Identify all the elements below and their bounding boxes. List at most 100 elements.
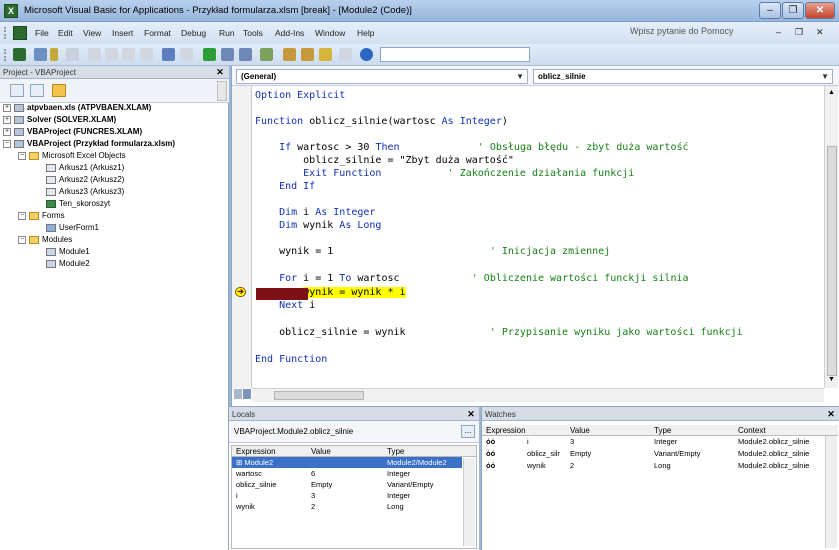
tree-node[interactable]: UserForm1 xyxy=(46,223,99,233)
locals-row[interactable]: wartosc 6 Integer xyxy=(232,468,462,479)
menu-format[interactable]: Format xyxy=(144,28,171,38)
properties-window-icon[interactable] xyxy=(301,48,314,61)
cut-icon[interactable] xyxy=(88,48,101,61)
watches-rows: όό i 3 Integer Module2.oblicz_silnie όό oblicz… xyxy=(482,436,825,546)
watch-row[interactable]: όό i 3 Integer Module2.oblicz_silnie xyxy=(482,436,825,447)
scroll-up-icon[interactable]: ▲ xyxy=(827,88,836,97)
execution-point-icon: ➔ xyxy=(235,287,246,297)
tree-expander-icon[interactable]: − xyxy=(18,236,26,244)
locals-scrollbar[interactable] xyxy=(463,458,475,546)
toolbar-position-box xyxy=(380,47,530,62)
code-vertical-scrollbar[interactable]: ▲ ▼ xyxy=(824,86,838,388)
reset-icon[interactable] xyxy=(239,48,252,61)
redo-icon[interactable] xyxy=(180,48,193,61)
mdi-minimize-button[interactable]: – xyxy=(776,27,781,37)
help-search-input[interactable]: Wpisz pytanie do Pomocy xyxy=(630,26,768,40)
code-line: End If xyxy=(255,181,315,193)
tree-node[interactable]: VBAProject (FUNCRES.XLAM) xyxy=(14,127,142,137)
menu-run[interactable]: Run xyxy=(219,28,235,38)
breakpoint-marker xyxy=(256,288,308,300)
menu-insert[interactable]: Insert xyxy=(112,28,133,38)
minimize-button[interactable]: – xyxy=(759,2,781,19)
locals-row[interactable]: wynik 2 Long xyxy=(232,501,462,512)
menu-edit[interactable]: Edit xyxy=(58,28,73,38)
full-module-view-icon[interactable] xyxy=(243,389,251,399)
hscroll-thumb[interactable] xyxy=(274,391,364,400)
watch-row[interactable]: όό oblicz_silr Empty Variant/Empty Module2.o… xyxy=(482,448,825,459)
locals-row[interactable]: i 3 Integer xyxy=(232,490,462,501)
procedure-view-icon[interactable] xyxy=(234,389,242,399)
excel-icon[interactable] xyxy=(13,26,27,40)
menu-add-ins[interactable]: Add-Ins xyxy=(275,28,304,38)
tree-node[interactable]: Module2 xyxy=(46,259,90,269)
object-combo[interactable]: (General) ▼ xyxy=(236,69,528,84)
tree-node[interactable]: Microsoft Excel Objects xyxy=(29,151,126,161)
tree-expander-icon[interactable]: + xyxy=(3,128,11,136)
undo-icon[interactable] xyxy=(162,48,175,61)
tree-expander-icon[interactable]: − xyxy=(18,212,26,220)
tree-expander-icon[interactable]: + xyxy=(3,116,11,124)
tree-node[interactable]: Modules xyxy=(29,235,72,245)
help-icon[interactable] xyxy=(360,48,373,61)
save-icon[interactable] xyxy=(66,48,79,61)
watch-cell-value: 3 xyxy=(570,437,575,446)
code-keyword: As Long xyxy=(339,220,382,231)
copy-icon[interactable] xyxy=(105,48,118,61)
menu-help[interactable]: Help xyxy=(357,28,374,38)
locals-row[interactable]: oblicz_silnie Empty Variant/Empty xyxy=(232,479,462,490)
tree-expander-icon[interactable]: − xyxy=(18,152,26,160)
tree-node[interactable]: Module1 xyxy=(46,247,90,257)
code-margin[interactable]: ➔ xyxy=(232,86,252,388)
object-browser-icon[interactable] xyxy=(319,48,332,61)
folder-icon xyxy=(29,151,39,160)
locals-row[interactable]: ⊞ Module2 Module2/Module2 xyxy=(232,457,462,468)
procedure-combo[interactable]: oblicz_silnie ▼ xyxy=(533,69,833,84)
break-icon[interactable] xyxy=(221,48,234,61)
locals-close-button[interactable]: ✕ xyxy=(466,409,476,419)
project-explorer: Project - VBAProject ✕ + atpvbaen.xls (AT… xyxy=(0,66,229,550)
toolbox-icon[interactable] xyxy=(339,48,352,61)
view-object-icon[interactable] xyxy=(30,84,44,97)
tree-expander-icon[interactable]: + xyxy=(3,104,11,112)
watch-cell-expression: wynik xyxy=(527,461,546,470)
menu-view[interactable]: View xyxy=(83,28,101,38)
watch-row[interactable]: όό wynik 2 Long Module2.oblicz_silnie xyxy=(482,460,825,471)
menu-tools[interactable]: Tools xyxy=(243,28,263,38)
view-excel-icon[interactable] xyxy=(13,48,26,61)
scroll-thumb[interactable] xyxy=(827,146,837,376)
run-icon[interactable] xyxy=(203,48,216,61)
view-code-icon[interactable] xyxy=(10,84,24,97)
watches-scrollbar[interactable] xyxy=(825,436,837,548)
tree-node-label: Module1 xyxy=(59,247,90,256)
mdi-restore-button[interactable]: ❐ xyxy=(795,27,803,38)
insert-userform-icon[interactable] xyxy=(34,48,47,61)
call-stack-button[interactable]: ... xyxy=(461,425,475,438)
find-icon[interactable] xyxy=(140,48,153,61)
tree-node[interactable]: atpvbaen.xls (ATPVBAEN.XLAM) xyxy=(14,103,151,113)
tree-node[interactable]: Solver (SOLVER.XLAM) xyxy=(14,115,116,125)
menu-file[interactable]: File xyxy=(35,28,49,38)
project-scrollbar[interactable] xyxy=(217,81,227,101)
tree-node[interactable]: Ten_skoroszyt xyxy=(46,199,110,209)
close-button[interactable]: ✕ xyxy=(805,2,835,19)
scroll-down-icon[interactable]: ▼ xyxy=(827,375,836,384)
menu-window[interactable]: Window xyxy=(315,28,345,38)
watches-close-button[interactable]: ✕ xyxy=(826,409,836,419)
project-explorer-icon[interactable] xyxy=(283,48,296,61)
code-horizontal-scrollbar[interactable] xyxy=(252,388,824,402)
project-close-button[interactable]: ✕ xyxy=(215,67,225,77)
code-editor[interactable]: Option Explicit Function oblicz_silnie(wa… xyxy=(252,86,824,388)
design-mode-icon[interactable] xyxy=(260,48,273,61)
tree-expander-icon[interactable]: − xyxy=(3,140,11,148)
paste-icon[interactable] xyxy=(122,48,135,61)
tree-node[interactable]: VBAProject (Przykład formularza.xlsm) xyxy=(14,139,175,149)
restore-button[interactable]: ❐ xyxy=(782,2,804,19)
insert-dropdown-icon[interactable] xyxy=(50,48,58,61)
menu-debug[interactable]: Debug xyxy=(181,28,206,38)
mdi-close-button[interactable]: ✕ xyxy=(816,27,824,38)
tree-node[interactable]: Forms xyxy=(29,211,65,221)
tree-node[interactable]: Arkusz2 (Arkusz2) xyxy=(46,175,124,185)
tree-node[interactable]: Arkusz1 (Arkusz1) xyxy=(46,163,124,173)
tree-node[interactable]: Arkusz3 (Arkusz3) xyxy=(46,187,124,197)
toggle-folders-icon[interactable] xyxy=(52,84,66,97)
